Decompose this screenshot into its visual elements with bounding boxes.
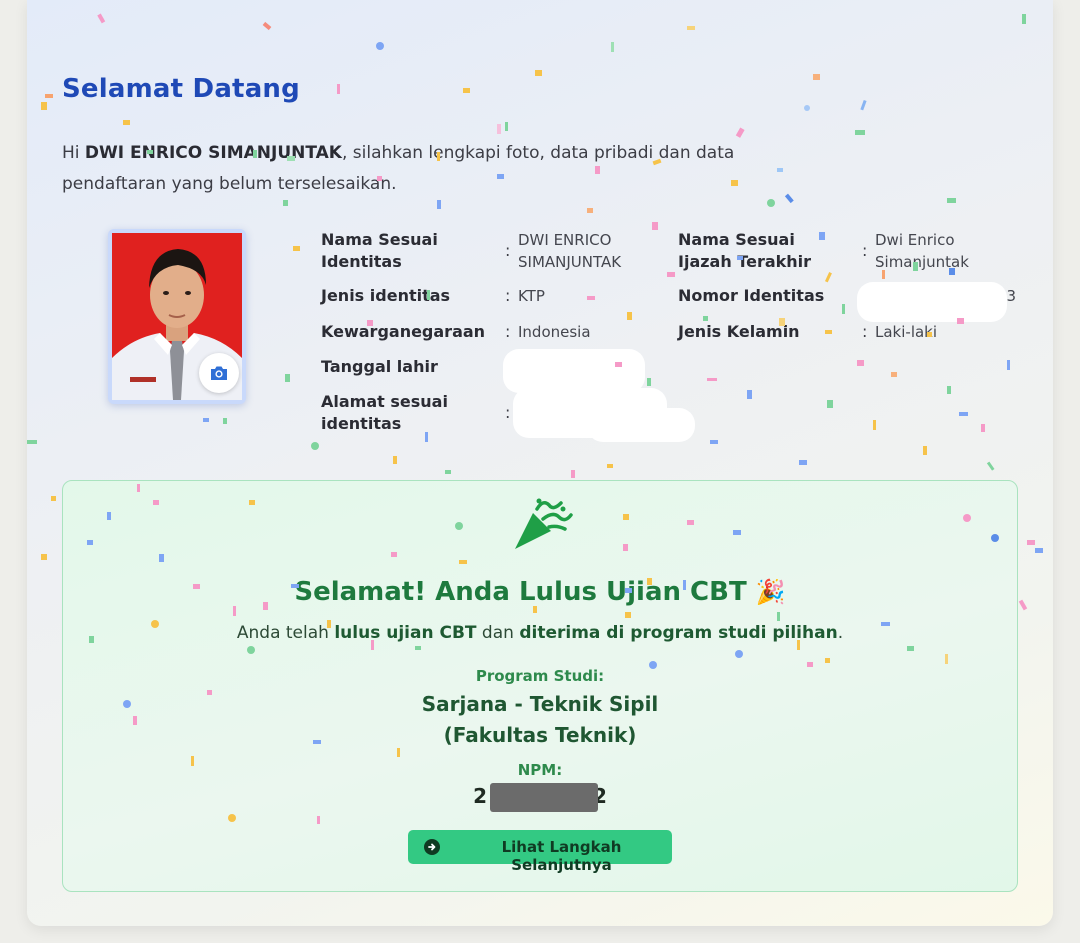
colon: : (862, 322, 868, 341)
party-popper-icon (515, 498, 573, 549)
label-tanggal-lahir: Tanggal lahir (321, 357, 438, 376)
camera-icon (211, 366, 227, 380)
value-kewarganegaraan: Indonesia (518, 323, 591, 341)
greeting-text: Hi DWI ENRICO SIMANJUNTAK, silahkan leng… (62, 143, 735, 194)
value-nama-ijazah: Dwi Enrico Simanjuntak (875, 231, 969, 271)
program-label: Program Studi: (475, 667, 605, 685)
label-nama-ijazah: Nama Sesuai Ijazah Terakhir (678, 230, 812, 271)
label-jenis-kelamin: Jenis Kelamin (678, 322, 800, 341)
label-kewarganegaraan: Kewarganegaraan (321, 322, 486, 341)
redacted-area (587, 408, 695, 442)
colon: : (505, 322, 511, 341)
colon: : (505, 241, 511, 260)
value-jenis-kelamin: Laki-laki (875, 323, 938, 341)
change-photo-button[interactable] (199, 353, 239, 393)
program-name: Sarjana - Teknik Sipil (Fakultas Teknik) (63, 689, 1017, 751)
colon: : (505, 403, 511, 422)
label-alamat: Alamat sesuai identitas (321, 392, 448, 433)
faculty-name: (Fakultas Teknik) (443, 723, 637, 747)
colon: : (862, 241, 868, 260)
party-emoji: 🎉 (755, 578, 786, 606)
npm-redacted (490, 783, 598, 812)
user-name: DWI ENRICO SIMANJUNTAK (84, 143, 342, 163)
npm-label: NPM: (517, 761, 563, 779)
value-jenis-identitas: KTP (518, 287, 545, 305)
label-jenis-identitas: Jenis identitas (321, 286, 451, 305)
label-nama-identitas: Nama Sesuai Identitas (321, 230, 438, 271)
next-steps-button[interactable]: Lihat Langkah Selanjutnya (408, 830, 672, 874)
redacted-area (503, 349, 645, 393)
success-title: Selamat! Anda Lulus Ujian CBT 🎉 (294, 577, 786, 607)
success-description: Anda telah lulus ujian CBT dan diterima … (236, 623, 844, 643)
colon: : (505, 286, 511, 305)
value-nama-identitas: DWI ENRICO SIMANJUNTAK (518, 231, 622, 271)
arrow-circle-right-icon (424, 839, 440, 855)
page-title: Selamat Datang (62, 74, 300, 104)
label-nomor-identitas: Nomor Identitas (678, 286, 825, 305)
welcome-card: Selamat Datang Hi DWI ENRICO SIMANJUNTAK… (27, 0, 1053, 926)
exam-result-panel: Selamat! Anda Lulus Ujian CBT 🎉 Anda tel… (62, 480, 1018, 892)
redacted-area (857, 282, 1007, 322)
